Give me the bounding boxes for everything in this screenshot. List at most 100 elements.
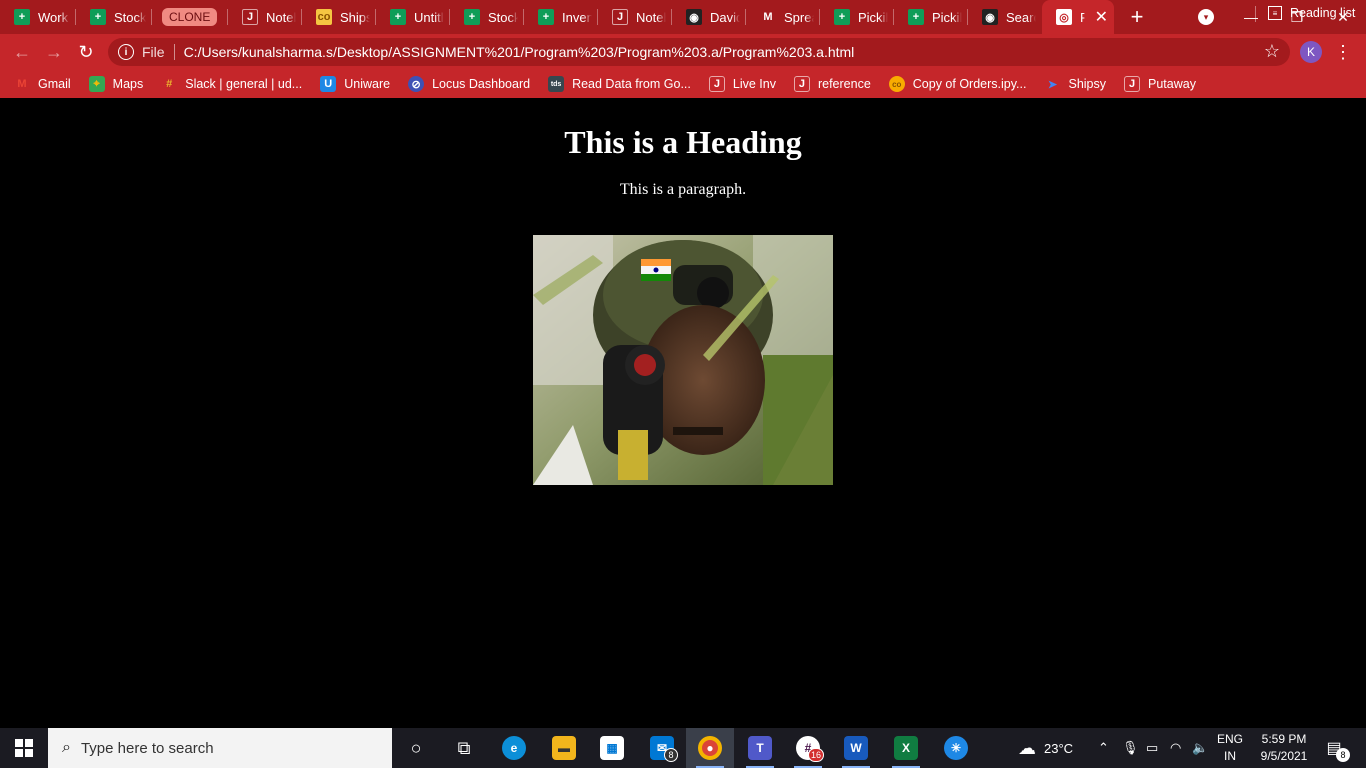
excel-icon[interactable]: X	[882, 728, 930, 768]
browser-tab[interactable]: co Shipsy	[302, 0, 376, 34]
browser-tab[interactable]: J Noteb	[598, 0, 672, 34]
browser-tab[interactable]: + Invent	[524, 0, 598, 34]
bookmarks-divider	[1255, 6, 1256, 22]
browser-tab[interactable]: + Pickily	[820, 0, 894, 34]
globe-icon: ◎	[1056, 9, 1072, 25]
language-code: ENG	[1216, 732, 1243, 746]
file-explorer-icon[interactable]: ▬	[540, 728, 588, 768]
url-text[interactable]: C:/Users/kunalsharma.s/Desktop/ASSIGNMEN…	[184, 44, 855, 60]
browser-tab-active[interactable]: ◎ Pr ✕	[1042, 0, 1114, 34]
browser-tab[interactable]: + Untitle	[376, 0, 450, 34]
bookmark-item[interactable]: # Slack | general | ud...	[161, 76, 302, 92]
tab-label: Pickily	[932, 9, 962, 25]
new-tab-button[interactable]: +	[1120, 0, 1154, 34]
tab-group-clone[interactable]: CLONE	[152, 0, 228, 34]
tab-label: Pickily	[858, 9, 888, 25]
search-icon: ⌕	[62, 739, 71, 756]
bookmark-item[interactable]: U Uniware	[320, 76, 390, 92]
jupyter-icon: J	[1124, 76, 1141, 92]
maps-icon: ⌖	[88, 76, 105, 92]
browser-tab[interactable]: + Stockc	[76, 0, 152, 34]
github-icon: ◉	[686, 9, 702, 25]
reading-list-icon: ≡	[1268, 6, 1282, 20]
weather-temp: 23°C	[1044, 740, 1074, 756]
mail-badge: 8	[664, 748, 678, 762]
address-bar[interactable]: i File C:/Users/kunalsharma.s/Desktop/AS…	[108, 38, 1290, 66]
tab-label: Shipsy	[340, 9, 370, 25]
app-circle-icon[interactable]: ✳	[932, 728, 980, 768]
bookmark-item[interactable]: M Gmail	[14, 76, 71, 92]
bookmark-item[interactable]: ⌖ Maps	[88, 76, 144, 92]
tab-search-icon[interactable]: ▾	[1198, 9, 1214, 25]
windows-taskbar: ⌕ Type here to search ○ ⧉ e ▬ ▦ ✉ 8 ● T #…	[0, 728, 1366, 768]
uniware-icon: U	[320, 76, 337, 92]
sheets-icon: +	[908, 9, 924, 25]
bookmark-item[interactable]: J reference	[793, 76, 871, 92]
shipsy-arrow-icon: ➤	[1047, 78, 1058, 91]
browser-tab[interactable]: J Noteb	[228, 0, 302, 34]
language-indicator[interactable]: ENG IN	[1214, 731, 1246, 765]
page-heading: This is a Heading	[564, 124, 802, 160]
tab-label: Pr	[1080, 9, 1085, 25]
bookmark-item[interactable]: ⊘ Locus Dashboard	[408, 76, 530, 92]
back-icon[interactable]: ←	[10, 40, 34, 64]
divider	[173, 44, 175, 60]
volume-icon[interactable]: 🔈	[1192, 728, 1208, 768]
sheets-icon: +	[14, 9, 30, 25]
chrome-icon[interactable]: ●	[686, 728, 734, 768]
bookmark-item[interactable]: J Putaway	[1124, 76, 1196, 92]
slack-icon[interactable]: #16	[784, 728, 832, 768]
slack-badge: 16	[807, 748, 824, 762]
bookmark-label: Gmail	[38, 77, 71, 91]
sheets-icon: +	[90, 9, 106, 25]
wifi-icon[interactable]: ◠	[1170, 728, 1181, 768]
bookmark-item[interactable]: ➤ Shipsy	[1044, 76, 1106, 92]
notification-center[interactable]: ▤ 8	[1322, 736, 1350, 762]
sheets-icon: +	[464, 9, 480, 25]
menu-icon[interactable]: ⋮	[1334, 40, 1352, 64]
microphone-icon[interactable]: 🎙	[1122, 728, 1139, 768]
task-view-icon[interactable]: ⧉	[440, 728, 488, 768]
browser-tab[interactable]: + Pickily	[894, 0, 968, 34]
tab-group-label: CLONE	[162, 8, 218, 26]
profile-avatar[interactable]: K	[1300, 41, 1322, 63]
start-button[interactable]	[0, 728, 48, 768]
tab-label: Work (	[38, 9, 70, 25]
browser-tab[interactable]: ◉ Search	[968, 0, 1042, 34]
system-clock[interactable]: 5:59 PM 9/5/2021	[1254, 731, 1314, 765]
bookmark-item[interactable]: co Copy of Orders.ipy...	[888, 76, 1026, 92]
jupyter-icon: J	[242, 9, 258, 25]
bookmark-label: reference	[817, 77, 871, 91]
forward-icon[interactable]: →	[42, 40, 66, 64]
bookmark-item[interactable]: tds Read Data from Go...	[548, 76, 691, 92]
edge-icon[interactable]: e	[490, 728, 538, 768]
browser-tab[interactable]: M Spread	[746, 0, 820, 34]
jupyter-icon: J	[708, 76, 725, 92]
cortana-icon[interactable]: ○	[392, 728, 440, 768]
mail-icon[interactable]: ✉ 8	[638, 728, 686, 768]
show-hidden-icons[interactable]: ⌃	[1098, 728, 1109, 768]
clock-date: 9/5/2021	[1260, 749, 1308, 763]
close-tab-icon[interactable]: ✕	[1095, 7, 1108, 27]
bookmark-star-icon[interactable]: ☆	[1264, 41, 1280, 62]
reload-icon[interactable]: ↻	[74, 40, 98, 64]
teams-icon[interactable]: T	[736, 728, 784, 768]
bookmark-label: Maps	[112, 77, 144, 91]
bookmark-label: Slack | general | ud...	[185, 77, 303, 91]
browser-tab[interactable]: ◉ David!	[672, 0, 746, 34]
store-icon[interactable]: ▦	[588, 728, 636, 768]
reading-list-button[interactable]: ≡ Reading list	[1268, 6, 1355, 20]
word-icon[interactable]: W	[832, 728, 880, 768]
browser-tab[interactable]: + Stockc	[450, 0, 524, 34]
jupyter-icon: J	[612, 9, 628, 25]
tab-label: Stockc	[488, 9, 518, 25]
gmail-icon: M	[763, 11, 773, 23]
tab-label: Untitle	[414, 9, 444, 25]
info-icon[interactable]: i	[118, 44, 134, 60]
browser-tab[interactable]: + Work (	[0, 0, 76, 34]
taskbar-search[interactable]: ⌕ Type here to search	[48, 728, 392, 768]
weather-widget[interactable]: ☁ 23°C	[1018, 728, 1073, 768]
bookmark-item[interactable]: J Live Inv	[708, 76, 776, 92]
jupyter-icon: J	[793, 76, 810, 92]
battery-icon[interactable]: ▭	[1146, 728, 1158, 768]
